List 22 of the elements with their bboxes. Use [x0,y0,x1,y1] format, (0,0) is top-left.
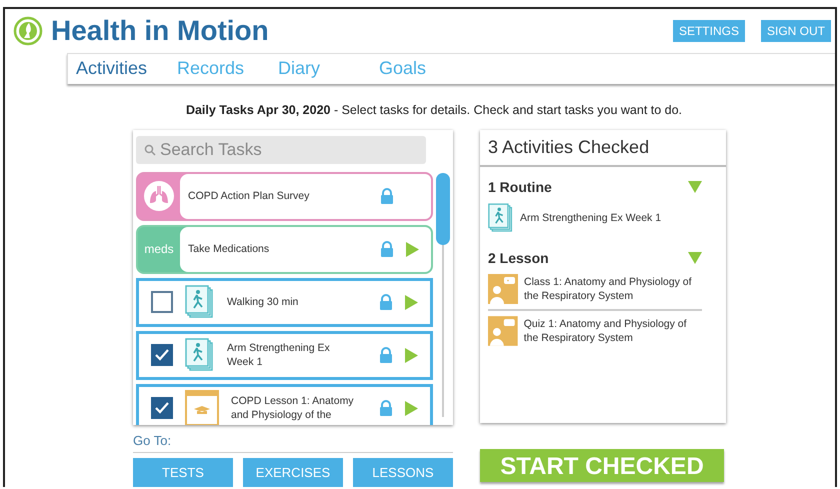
summary-item-label[interactable]: Arm Strengthening Ex Week 1 [520,210,700,224]
summary-item-label[interactable]: Quiz 1: Anatomy and Physiology of the Respiratory System [524,316,702,344]
task-label: Take Medications [188,242,270,256]
instructions-text: Daily Tasks Apr 30, 2020 - Select tasks for details. Check and start tasks you want to do. [186,102,682,119]
summary-title: 3 Activities Checked [488,136,650,158]
goto-label: Go To: [133,430,453,453]
summary-item-label[interactable]: Class 1: Anatomy and Physiology of the Respiratory System [524,274,704,302]
group-title: 2 Lesson [488,248,549,268]
app-title: Health in Motion [51,14,269,48]
nav-tab[interactable]: Activities [76,54,177,84]
meds-label: meds [144,241,174,258]
task-label: Arm Strengthening Ex Week 1 [227,341,331,369]
task-label: COPD Lesson 1: Anatomy and Physiology of the [231,394,355,422]
task-card[interactable]: COPD Action Plan Survey [136,172,433,220]
group-title: 1 Routine [488,178,552,196]
task-label: Walking 30 min [227,295,300,309]
task-label: COPD Action Plan Survey [188,189,310,203]
task-card[interactable]: COPD Lesson 1: Anatomy and Physiology of the [136,384,433,424]
task-card[interactable]: Arm Strengthening Ex Week 1 [136,330,433,380]
task-card[interactable]: meds Take Medications [136,224,433,274]
task-card[interactable]: Walking 30 min [136,278,433,326]
search-field[interactable]: Search Tasks [136,136,426,164]
